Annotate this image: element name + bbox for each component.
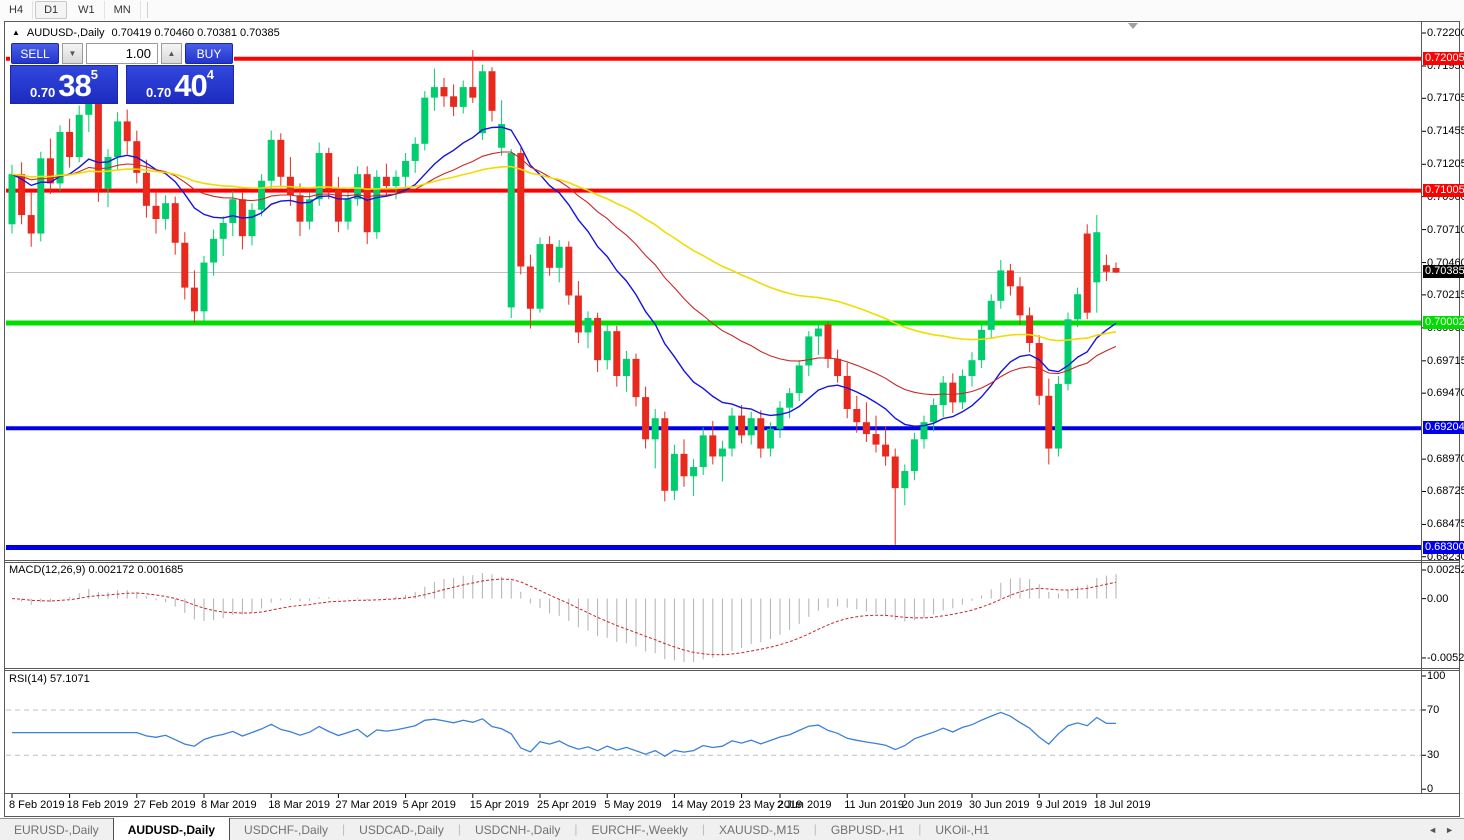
price-axis-label: 0.72200 — [1427, 27, 1464, 39]
date-label: 30 Jun 2019 — [969, 799, 1030, 811]
buy-button[interactable]: BUY — [185, 43, 233, 64]
price-axis-label: 0.68725 — [1427, 485, 1464, 498]
chart-canvas[interactable] — [0, 0, 1464, 840]
price-level-label: 0.70002 — [1423, 315, 1464, 329]
sell-button[interactable]: SELL — [11, 43, 59, 64]
sell-price-pip: 5 — [90, 67, 99, 82]
chart-tab-bar: EURUSD-,Daily AUDUSD-,Daily USDCHF-,Daily |… — [0, 818, 1464, 840]
chart-tab-eurusd[interactable]: EURUSD-,Daily — [0, 819, 113, 840]
chart-collapse-icon[interactable]: ▲ — [12, 28, 20, 38]
tab-scroll-left-icon[interactable]: ◄ — [1428, 825, 1437, 835]
price-level-label: 0.69204 — [1423, 421, 1464, 435]
date-label: 14 May 2019 — [671, 799, 735, 811]
timeframe-button-d1[interactable]: D1 — [35, 1, 68, 19]
price-axis-label: 0.69470 — [1427, 387, 1464, 400]
macd-scale-label: 0.002524 — [1427, 564, 1464, 576]
chart-tab-eurchf[interactable]: EURCHF-,Weekly — [577, 819, 701, 840]
price-level-label: 0.71005 — [1423, 183, 1464, 197]
date-label: 2 Jun 2019 — [777, 799, 832, 811]
chart-tab-ukoil[interactable]: UKOil-,H1 — [921, 819, 1003, 840]
volume-input[interactable] — [86, 43, 158, 64]
price-axis-label: 0.70215 — [1427, 288, 1464, 301]
date-label: 27 Feb 2019 — [133, 799, 196, 811]
rsi-scale-label: 30 — [1427, 749, 1440, 762]
macd-indicator-label: MACD(12,26,9) 0.002172 0.001685 — [9, 564, 184, 576]
one-click-trading-panel: SELL ▼ ▲ BUY 0.70 38 5 0.70 40 4 — [10, 42, 234, 104]
date-label: 11 Jun 2019 — [844, 799, 904, 811]
toolbar-divider — [146, 2, 148, 18]
rsi-scale-label: 70 — [1427, 703, 1440, 716]
price-level-label: 0.68300 — [1423, 540, 1464, 554]
date-label: 25 Apr 2019 — [537, 799, 597, 811]
price-axis-label: 0.71205 — [1427, 158, 1464, 171]
timeframe-toolbar: H4 D1 W1 MN — [0, 0, 1464, 20]
price-axis-label: 0.71455 — [1427, 125, 1464, 138]
date-label: 20 Jun 2019 — [901, 799, 963, 811]
date-label: 15 Apr 2019 — [469, 799, 530, 811]
chart-tab-audusd[interactable]: AUDUSD-,Daily — [112, 818, 231, 840]
date-label: 27 Mar 2019 — [335, 799, 398, 811]
timeframe-button-h4[interactable]: H4 — [0, 1, 34, 19]
volume-decrease-icon[interactable]: ▼ — [62, 43, 83, 64]
buy-price-display[interactable]: 0.70 40 4 — [126, 65, 234, 104]
buy-price-big: 40 — [174, 68, 207, 103]
price-axis-label: 0.68475 — [1427, 518, 1464, 531]
date-label: 8 Mar 2019 — [201, 799, 257, 811]
price-axis-label: 0.69715 — [1427, 354, 1464, 367]
timeframe-button-mn[interactable]: MN — [105, 1, 141, 19]
date-label: 9 Jul 2019 — [1036, 799, 1087, 811]
volume-increase-icon[interactable]: ▲ — [161, 43, 182, 64]
rsi-scale-label: 0 — [1427, 783, 1434, 796]
date-label: 18 Mar 2019 — [268, 799, 330, 811]
date-label: 18 Feb 2019 — [66, 799, 129, 811]
chart-title: ▲ AUDUSD-,Daily 0.70419 0.70460 0.70381 … — [12, 27, 280, 39]
chart-symbol-label: AUDUSD-,Daily — [26, 27, 105, 39]
rsi-indicator-label: RSI(14) 57.1071 — [9, 673, 90, 685]
buy-price-pip: 4 — [206, 67, 215, 82]
rsi-scale-label: 100 — [1427, 670, 1446, 682]
price-axis-label: 0.68970 — [1427, 453, 1464, 466]
date-label: 8 Feb 2019 — [9, 799, 65, 811]
price-axis-label: 0.71705 — [1427, 92, 1464, 105]
macd-scale-label: -0.005234 — [1427, 651, 1464, 664]
chart-tab-xauusd[interactable]: XAUUSD-,M15 — [705, 819, 814, 840]
chart-tab-usdcad[interactable]: USDCAD-,Daily — [345, 819, 458, 840]
sell-price-display[interactable]: 0.70 38 5 — [10, 65, 118, 104]
trading-terminal: H4 D1 W1 MN ▲ AUDUSD-,Daily 0.70419 0.70460… — [0, 0, 1464, 840]
date-label: 18 Jul 2019 — [1093, 799, 1151, 811]
buy-price-prefix: 0.70 — [145, 85, 172, 100]
date-label: 5 May 2019 — [604, 799, 662, 811]
macd-scale-label: 0.00 — [1427, 592, 1449, 605]
sell-price-prefix: 0.70 — [29, 85, 56, 100]
chart-ohlc-values: 0.70419 0.70460 0.70381 0.70385 — [111, 27, 280, 39]
timeframe-button-w1[interactable]: W1 — [69, 1, 105, 19]
current-price-label: 0.70385 — [1423, 265, 1464, 279]
price-level-label: 0.72005 — [1423, 51, 1464, 65]
chart-tab-usdcnh[interactable]: USDCNH-,Daily — [461, 819, 574, 840]
chart-tab-gbpusd[interactable]: GBPUSD-,H1 — [817, 819, 918, 840]
chart-tab-usdchf[interactable]: USDCHF-,Daily — [230, 819, 342, 840]
price-axis-label: 0.70710 — [1427, 223, 1464, 236]
sell-price-big: 38 — [58, 68, 91, 103]
tab-scroll-arrows: ◄ ► — [1428, 819, 1464, 840]
tab-scroll-right-icon[interactable]: ► — [1445, 825, 1454, 835]
date-label: 5 Apr 2019 — [402, 799, 456, 811]
